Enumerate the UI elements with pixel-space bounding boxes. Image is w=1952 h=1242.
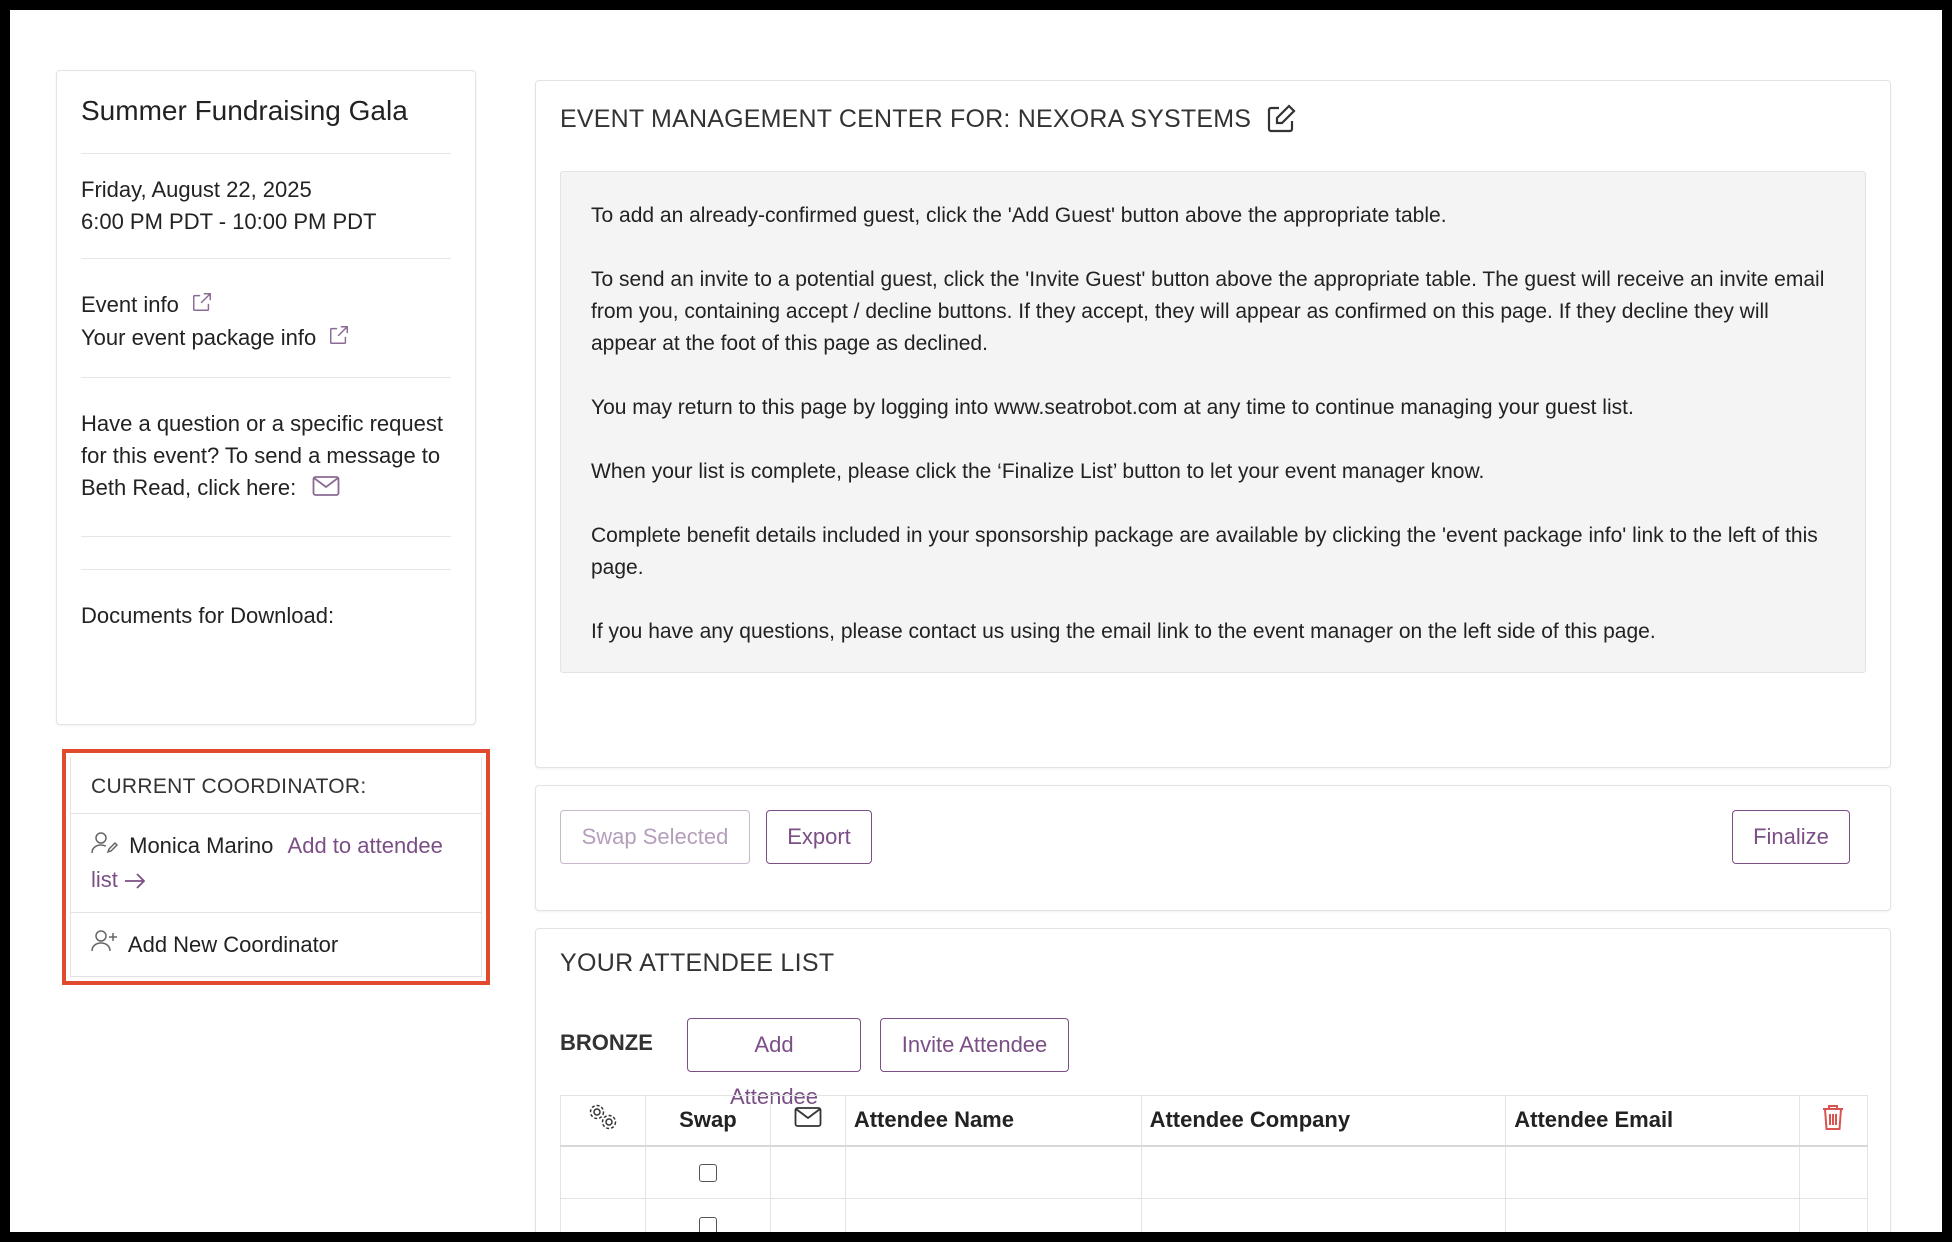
- swap-column-header: Swap: [644, 1095, 771, 1147]
- package-info-link[interactable]: Your event package info: [81, 322, 451, 355]
- divider: [81, 537, 451, 570]
- event-datetime: Friday, August 22, 2025 6:00 PM PDT - 10…: [81, 154, 451, 259]
- attendee-name-column-header: Attendee Name: [844, 1095, 1142, 1147]
- attendee-email-column-header: Attendee Email: [1505, 1095, 1800, 1147]
- table-cell: [769, 1145, 846, 1199]
- table-row: [560, 1198, 1869, 1232]
- gears-icon[interactable]: [586, 1105, 620, 1137]
- table-cell: [560, 1198, 646, 1232]
- invite-attendee-button[interactable]: Invite Attendee: [880, 1018, 1069, 1072]
- swap-checkbox[interactable]: [698, 1164, 717, 1183]
- trash-icon[interactable]: [1821, 1105, 1845, 1136]
- coordinator-card: CURRENT COORDINATOR: Monica Marino Add t…: [62, 749, 490, 985]
- table-cell: [1140, 1145, 1507, 1199]
- swap-checkbox[interactable]: [698, 1217, 717, 1232]
- table-header-row: Swap Attendee Name Attendee Company Atte…: [560, 1095, 1869, 1147]
- coordinator-row: Monica Marino Add to attendee list: [71, 814, 481, 913]
- coordinator-panel: CURRENT COORDINATOR: Monica Marino Add t…: [70, 757, 482, 977]
- tier-row: BRONZE Add Attendee Invite Attendee: [560, 1018, 1866, 1109]
- edit-icon[interactable]: [1265, 103, 1297, 135]
- table-cell: [1798, 1145, 1869, 1199]
- add-new-coordinator-label: Add New Coordinator: [127, 931, 339, 957]
- external-link-icon: [328, 323, 350, 355]
- mail-icon[interactable]: [312, 474, 340, 506]
- coordinator-name: Monica Marino: [129, 833, 274, 858]
- instruction-text: To add an already-confirmed guest, click…: [591, 204, 1447, 227]
- management-title-row: EVENT MANAGEMENT CENTER FOR: NEXORA SYST…: [560, 99, 1866, 139]
- table-cell: [844, 1198, 1142, 1232]
- table-cell: [560, 1145, 646, 1199]
- settings-column-header: [560, 1095, 646, 1147]
- event-links: Event info Your event package info: [81, 259, 451, 379]
- attendee-list-card: YOUR ATTENDEE LIST BRONZE Add Attendee I…: [535, 928, 1891, 1232]
- delete-column-header: [1798, 1095, 1869, 1147]
- email-column-header: [769, 1095, 846, 1147]
- add-attendee-button[interactable]: Add Attendee: [687, 1018, 861, 1109]
- event-info-link-label: Event info: [81, 292, 179, 317]
- app-frame: Summer Fundraising Gala Friday, August 2…: [10, 10, 1942, 1232]
- table-cell: [844, 1145, 1142, 1199]
- documents-section: Documents for Download:: [81, 570, 451, 652]
- table-cell: [1798, 1198, 1869, 1232]
- finalize-button[interactable]: Finalize: [1732, 810, 1850, 864]
- coordinator-header: CURRENT COORDINATOR:: [71, 757, 481, 814]
- instruction-text: When your list is complete, please click…: [591, 460, 1485, 483]
- instruction-text: You may return to this page by logging i…: [591, 396, 1634, 419]
- management-card: EVENT MANAGEMENT CENTER FOR: NEXORA SYST…: [535, 80, 1891, 768]
- add-new-coordinator-button[interactable]: Add New Coordinator: [71, 913, 481, 979]
- attendee-list-title: YOUR ATTENDEE LIST: [560, 949, 835, 977]
- instruction-text: Complete benefit details included in you…: [591, 524, 1818, 579]
- event-date: Friday, August 22, 2025: [81, 177, 312, 202]
- table-cell: [1505, 1198, 1800, 1232]
- attendee-table: Swap Attendee Name Attendee Company Atte…: [560, 1095, 1869, 1232]
- instruction-text: If you have any questions, please contac…: [591, 620, 1656, 643]
- tier-label: BRONZE: [560, 1030, 653, 1055]
- contact-text: Have a question or a specific request fo…: [81, 411, 443, 501]
- user-add-icon: [91, 929, 119, 962]
- swap-selected-button[interactable]: Swap Selected: [560, 810, 750, 864]
- instruction-text: To send an invite to a potential guest, …: [591, 268, 1825, 355]
- documents-label: Documents for Download:: [81, 602, 335, 628]
- instructions-panel: To add an already-confirmed guest, click…: [560, 171, 1866, 673]
- table-cell: [769, 1198, 846, 1232]
- event-title: Summer Fundraising Gala: [81, 71, 451, 154]
- table-cell: [644, 1198, 771, 1232]
- contact-section: Have a question or a specific request fo…: [81, 378, 451, 537]
- table-cell: [644, 1145, 771, 1199]
- table-row: [560, 1145, 1869, 1199]
- event-info-link[interactable]: Event info: [81, 289, 451, 322]
- table-cell: [1505, 1145, 1800, 1199]
- export-button[interactable]: Export: [766, 810, 872, 864]
- external-link-icon: [191, 290, 213, 322]
- user-edit-icon: [91, 831, 119, 864]
- event-info-card: Summer Fundraising Gala Friday, August 2…: [56, 70, 476, 725]
- attendee-company-column-header: Attendee Company: [1140, 1095, 1507, 1147]
- arrow-right-icon: [124, 867, 146, 892]
- actions-card: Swap Selected Export Finalize: [535, 785, 1891, 911]
- table-cell: [1140, 1198, 1507, 1232]
- package-info-link-label: Your event package info: [81, 325, 317, 351]
- event-time: 6:00 PM PDT - 10:00 PM PDT: [81, 209, 377, 234]
- management-title: EVENT MANAGEMENT CENTER FOR: NEXORA SYST…: [560, 104, 1252, 133]
- mail-icon: [793, 1107, 823, 1133]
